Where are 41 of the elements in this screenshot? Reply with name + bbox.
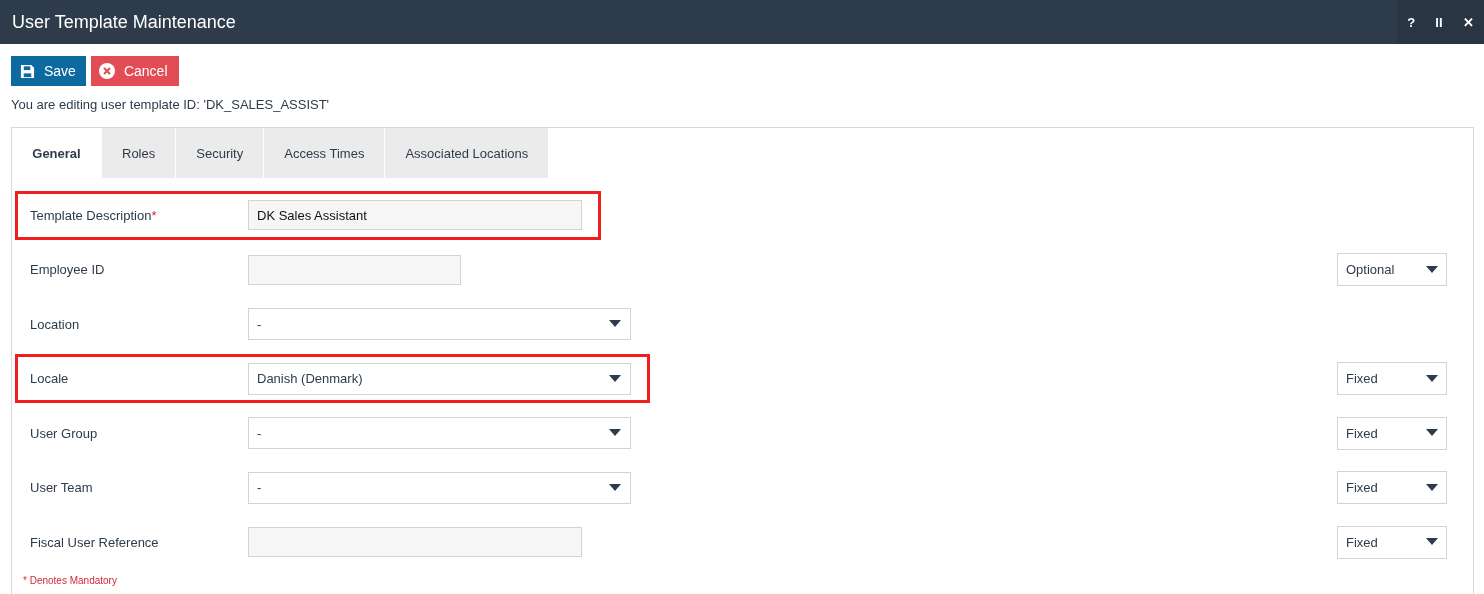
field-label: Template Description* (29, 207, 158, 223)
tab[interactable]: Associated Locations (385, 128, 550, 178)
dropdown[interactable]: Danish (Denmark) (248, 362, 631, 395)
window-title: User Template Maintenance (11, 11, 236, 33)
caret-icon (1426, 538, 1438, 547)
field-label: User Team (29, 480, 94, 496)
caret-icon (609, 374, 621, 383)
save-button[interactable]: Save (11, 56, 86, 86)
tab[interactable]: Access Times (264, 128, 386, 178)
caret-icon (1426, 265, 1438, 274)
field-label: Employee ID (29, 262, 106, 278)
mode-dropdown[interactable]: Optional (1337, 253, 1447, 287)
caret-icon (609, 483, 621, 492)
mode-dropdown[interactable]: Fixed (1337, 525, 1447, 559)
text-field[interactable]: DK Sales Assistant (248, 200, 582, 231)
tab[interactable]: Roles (102, 128, 177, 178)
mode-dropdown[interactable]: Fixed (1337, 362, 1447, 396)
close-icon (98, 63, 115, 79)
caret-icon (609, 320, 621, 329)
window-control-button[interactable]: ✕ (1458, 12, 1478, 32)
field-label: Location (29, 316, 81, 332)
field-label: Fiscal User Reference (29, 534, 160, 550)
window-control-button[interactable]: II (1431, 12, 1447, 32)
dropdown[interactable]: - (248, 417, 631, 450)
caret-icon (1426, 483, 1438, 492)
dropdown[interactable]: - (248, 471, 631, 504)
caret-icon (1426, 374, 1438, 383)
cancel-button[interactable]: Cancel (90, 56, 179, 86)
dropdown[interactable]: - (248, 308, 631, 341)
text-field[interactable] (248, 254, 461, 285)
text-field[interactable] (248, 527, 582, 558)
mode-dropdown[interactable]: Fixed (1337, 416, 1447, 450)
tab[interactable]: Security (176, 128, 265, 178)
field-label: Locale (29, 371, 70, 387)
mandatory-note: * Denotes Mandatory (23, 574, 117, 586)
mode-dropdown[interactable]: Fixed (1337, 471, 1447, 505)
info-text: You are editing user template ID: 'DK_SALES_ASSIST' (10, 96, 331, 114)
caret-icon (1426, 429, 1438, 438)
caret-icon (609, 429, 621, 438)
field-label: User Group (29, 425, 99, 441)
window-control-button[interactable]: ? (1403, 12, 1420, 32)
